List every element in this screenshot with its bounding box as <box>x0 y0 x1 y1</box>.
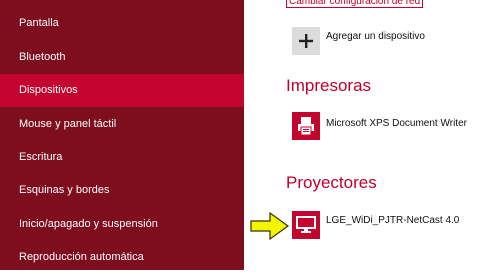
sidebar-item-bluetooth[interactable]: Bluetooth <box>0 41 244 74</box>
monitor-icon <box>292 211 320 239</box>
settings-sidebar: Pantalla Bluetooth Dispositivos Mouse y … <box>0 0 244 270</box>
printer-name: Microsoft XPS Document Writer <box>326 118 467 129</box>
projector-item[interactable]: LGE_WiDi_PJTR-NetCast 4.0 <box>292 211 460 241</box>
sidebar-item-reproduccion[interactable]: Reproducción automática <box>0 241 244 274</box>
sidebar-item-mouse[interactable]: Mouse y panel táctil <box>0 108 244 141</box>
plus-icon <box>292 27 320 55</box>
add-device-label: Agregar un dispositivo <box>326 31 425 42</box>
network-settings-link[interactable]: Cambiar configuración de red <box>286 0 424 8</box>
sidebar-item-escritura[interactable]: Escritura <box>0 141 244 174</box>
yellow-arrow-icon <box>250 212 290 240</box>
printer-document-icon <box>292 112 320 140</box>
projectors-header: Proyectores <box>286 173 377 192</box>
sidebar-item-pantalla[interactable]: Pantalla <box>0 7 244 40</box>
printer-item[interactable]: Microsoft XPS Document Writer <box>292 112 477 142</box>
sidebar-item-esquinas[interactable]: Esquinas y bordes <box>0 174 244 207</box>
sidebar-item-inicio-apagado[interactable]: Inicio/apagado y suspensión <box>0 208 244 241</box>
printers-header: Impresoras <box>286 76 372 95</box>
add-device-button[interactable]: Agregar un dispositivo <box>292 27 472 57</box>
projector-name: LGE_WiDi_PJTR-NetCast 4.0 <box>326 215 460 226</box>
sidebar-item-dispositivos[interactable]: Dispositivos <box>0 74 244 107</box>
